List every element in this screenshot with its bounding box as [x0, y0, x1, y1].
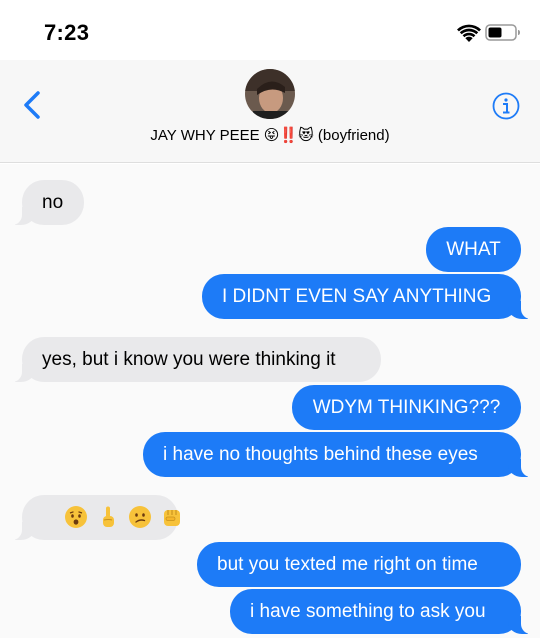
message-text: no	[42, 192, 64, 213]
wifi-icon	[457, 24, 481, 42]
message-text: I DIDNT EVEN SAY ANYTHING	[222, 286, 492, 307]
message-bubble[interactable]: WDYM THINKING???	[292, 385, 521, 430]
status-time: 7:23	[44, 20, 90, 45]
message-text: i have something to ask you	[250, 601, 486, 622]
raised-fist-icon	[164, 510, 180, 526]
info-icon[interactable]	[492, 92, 520, 120]
pointing-up-icon	[103, 506, 114, 527]
message-text: WHAT	[446, 239, 501, 260]
contact-name[interactable]: JAY WHY PEEE 😝‼️😻 (boyfriend)	[0, 126, 540, 144]
battery-icon	[485, 24, 520, 41]
message-thread[interactable]: no WHAT I DIDNT EVEN SAY ANYTHING yes, b…	[0, 164, 540, 638]
message-bubble[interactable]: i have no thoughts behind these eyes	[143, 432, 533, 477]
avatar[interactable]	[245, 69, 295, 119]
message-bubble[interactable]: no	[10, 180, 84, 225]
chevron-left-icon[interactable]	[20, 90, 44, 120]
message-text: WDYM THINKING???	[312, 397, 501, 418]
message-text: yes, but i know you were thinking it	[42, 349, 336, 370]
status-bar: 7:23	[0, 0, 540, 60]
emoji-message-bubble[interactable]	[10, 495, 180, 540]
message-text: i have no thoughts behind these eyes	[163, 444, 478, 465]
emoji-row	[64, 505, 184, 529]
message-bubble[interactable]: yes, but i know you were thinking it	[10, 337, 381, 382]
message-bubble[interactable]: but you texted me right on time	[197, 542, 521, 587]
message-bubble[interactable]: WHAT	[426, 227, 521, 272]
worried-face-icon	[65, 506, 87, 528]
conversation-header: JAY WHY PEEE 😝‼️😻 (boyfriend)	[0, 60, 540, 163]
message-text: but you texted me right on time	[217, 554, 478, 575]
message-bubble[interactable]: I DIDNT EVEN SAY ANYTHING	[202, 274, 533, 319]
message-bubble[interactable]: i have something to ask you	[230, 589, 533, 634]
confused-face-icon	[129, 506, 151, 528]
